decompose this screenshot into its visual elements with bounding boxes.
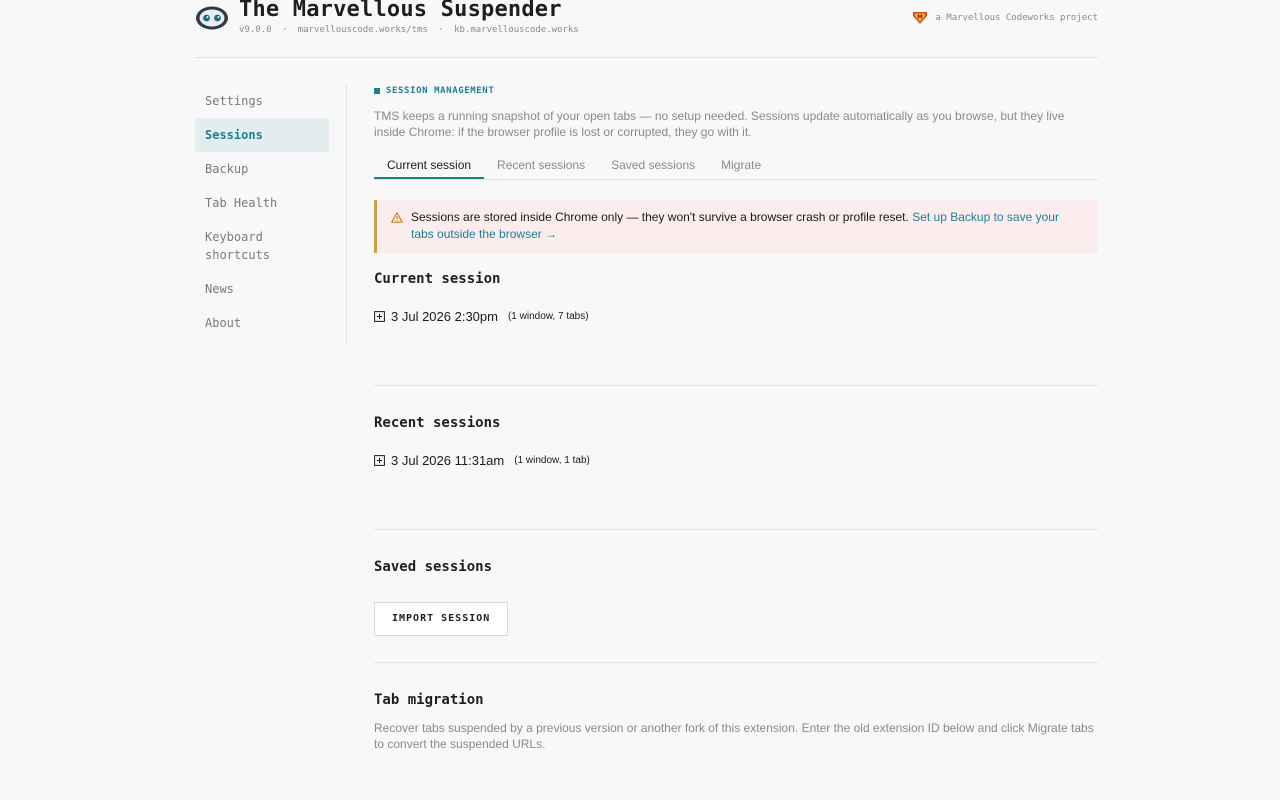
tab-recent-sessions[interactable]: Recent sessions bbox=[484, 152, 598, 179]
sidebar-item-tab-health[interactable]: Tab Health bbox=[195, 186, 329, 220]
tab-current-session[interactable]: Current session bbox=[374, 152, 485, 179]
brand-credit[interactable]: M a Marvellous Codeworks project bbox=[912, 11, 1098, 25]
app-meta: v9.0.0 · marvellouscode.works/tms · kb.m… bbox=[239, 25, 579, 35]
sidebar-item-about[interactable]: About bbox=[195, 306, 329, 340]
sidebar-item-backup[interactable]: Backup bbox=[195, 152, 329, 186]
saved-sessions-title: Saved sessions bbox=[374, 559, 493, 575]
brand-text: a Marvellous Codeworks project bbox=[935, 13, 1098, 23]
brand-logo-letter: M bbox=[918, 15, 923, 21]
import-session-button[interactable]: IMPORT SESSION bbox=[374, 602, 509, 636]
section-label: SESSION MANAGEMENT bbox=[374, 84, 1098, 98]
meta-separator: · bbox=[438, 25, 444, 35]
sidebar-item-keyboard-shortcuts[interactable]: Keyboard shortcuts bbox=[195, 220, 295, 272]
expand-plus-icon[interactable] bbox=[374, 455, 385, 466]
recent-sessions-title: Recent sessions bbox=[374, 415, 501, 431]
robot-logo-icon bbox=[196, 6, 228, 30]
sidebar-item-settings[interactable]: Settings bbox=[195, 84, 329, 118]
app-title: The Marvellous Suspender bbox=[239, 0, 562, 22]
import-wrapper: IMPORT SESSION bbox=[374, 602, 1098, 636]
section-divider bbox=[374, 662, 1098, 663]
session-date[interactable]: 3 Jul 2026 2:30pm bbox=[391, 309, 498, 324]
alert-body: Sessions are stored inside Chrome only —… bbox=[411, 209, 1084, 243]
codeworks-shield-icon: M bbox=[913, 12, 928, 24]
tab-saved-sessions[interactable]: Saved sessions bbox=[598, 152, 708, 179]
tab-migration-title: Tab migration bbox=[374, 692, 484, 708]
sidebar-item-sessions[interactable]: Sessions bbox=[195, 118, 329, 152]
section-divider bbox=[374, 529, 1098, 530]
current-session-row[interactable]: 3 Jul 2026 2:30pm (1 window, 7 tabs) bbox=[374, 309, 1098, 324]
alert-text: Sessions are stored inside Chrome only —… bbox=[411, 210, 909, 224]
sidebar-item-news[interactable]: News bbox=[195, 272, 329, 306]
knowledge-base-link[interactable]: kb.marvellouscode.works bbox=[454, 25, 579, 35]
website-link[interactable]: marvellouscode.works/tms bbox=[298, 25, 428, 35]
intro-text: TMS keeps a running snapshot of your ope… bbox=[374, 109, 1065, 139]
page-header: The Marvellous Suspender v9.0.0 · marvel… bbox=[195, 0, 1098, 58]
session-count: (1 window, 1 tab) bbox=[514, 455, 590, 466]
session-count: (1 window, 7 tabs) bbox=[507, 311, 589, 322]
meta-separator: · bbox=[281, 25, 288, 35]
expand-plus-icon[interactable] bbox=[374, 311, 385, 322]
section-marker-icon bbox=[374, 88, 380, 94]
section-divider bbox=[374, 385, 1098, 386]
session-tabs: Current session Recent sessions Saved se… bbox=[374, 152, 1098, 180]
recent-session-row[interactable]: 3 Jul 2026 11:31am (1 window, 1 tab) bbox=[374, 453, 1098, 468]
tab-migrate[interactable]: Migrate bbox=[708, 152, 774, 179]
main-content: SESSION MANAGEMENT TMS keeps a running s… bbox=[374, 84, 1098, 752]
storage-warning-alert: Sessions are stored inside Chrome only —… bbox=[374, 200, 1098, 253]
section-label-text: SESSION MANAGEMENT bbox=[386, 86, 495, 96]
version-label: v9.0.0 bbox=[239, 25, 272, 35]
session-date[interactable]: 3 Jul 2026 11:31am bbox=[391, 453, 504, 468]
options-page: The Marvellous Suspender v9.0.0 · marvel… bbox=[0, 0, 1280, 800]
migration-description: Recover tabs suspended by a previous ver… bbox=[374, 721, 1094, 751]
sidebar-nav: Settings Sessions Backup Tab Health Keyb… bbox=[195, 84, 347, 342]
current-session-title: Current session bbox=[374, 271, 501, 287]
warning-icon bbox=[391, 212, 403, 223]
